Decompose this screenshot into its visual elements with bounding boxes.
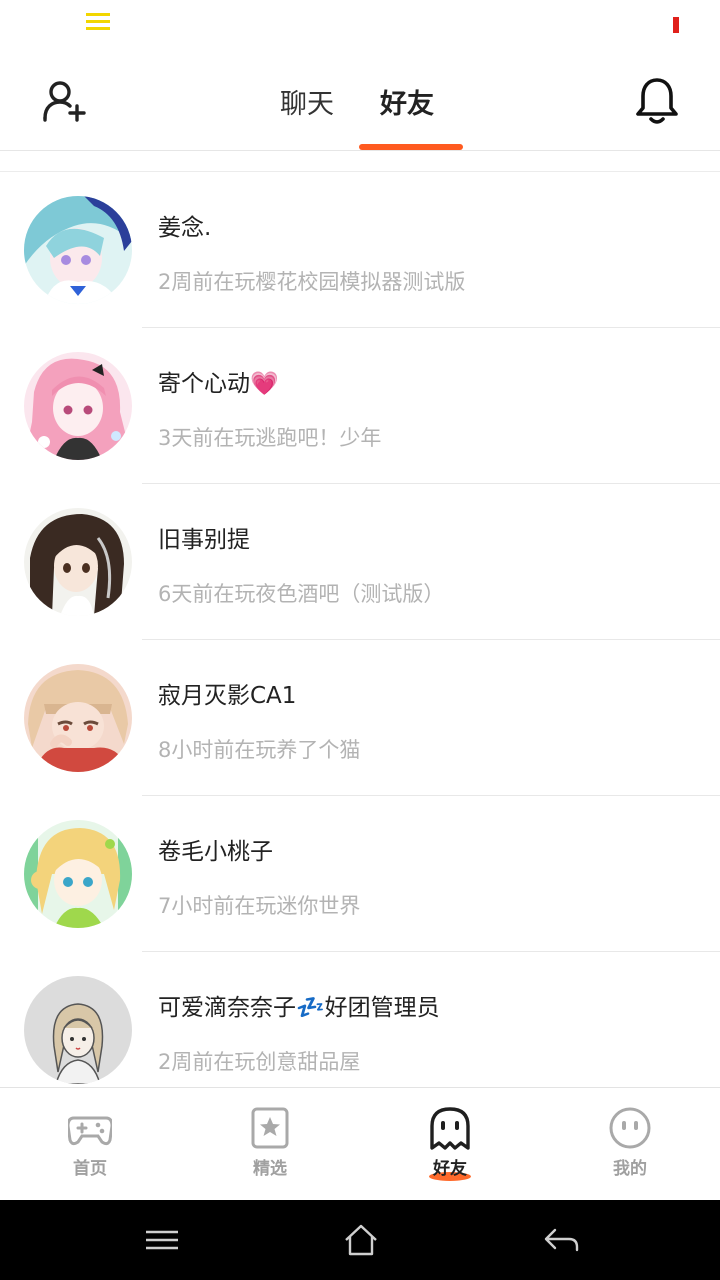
nav-friends-label: 好友 — [433, 1159, 467, 1179]
friend-name: 可爱滴奈奈子💤好团管理员 — [158, 995, 440, 1021]
battery-icon — [673, 17, 679, 33]
friend-row[interactable]: 姜念. 2周前在玩樱花校园模拟器测试版 — [0, 172, 720, 328]
avatar[interactable] — [24, 196, 132, 304]
tab-chat[interactable]: 聊天 — [280, 82, 334, 121]
status-bar — [0, 0, 720, 52]
friend-status: 7小时前在玩迷你世界 — [158, 894, 361, 918]
friend-status: 3天前在玩逃跑吧！少年 — [158, 426, 382, 450]
friend-row[interactable]: 可爱滴奈奈子💤好团管理员 2周前在玩创意甜品屋 — [0, 952, 720, 1088]
friend-name: 寄个心动💗 — [158, 371, 279, 397]
avatar[interactable] — [24, 508, 132, 616]
friend-status: 2周前在玩创意甜品屋 — [158, 1050, 361, 1074]
friend-name: 姜念. — [158, 215, 212, 241]
nav-home[interactable]: 首页 — [0, 1088, 180, 1201]
friend-row[interactable]: 寂月灭影CA1 8小时前在玩养了个猫 — [0, 640, 720, 796]
nav-featured-label: 精选 — [253, 1159, 287, 1179]
notification-menu-icon — [86, 13, 110, 35]
tab-friends[interactable]: 好友 — [380, 82, 434, 121]
avatar[interactable] — [24, 976, 132, 1084]
avatar[interactable] — [24, 664, 132, 772]
friend-name: 旧事别提 — [158, 527, 250, 553]
top-navigation: 聊天 好友 — [0, 52, 720, 151]
friend-row[interactable]: 卷毛小桃子 7小时前在玩迷你世界 — [0, 796, 720, 952]
menu-icon[interactable] — [142, 1220, 182, 1260]
star-card-icon — [251, 1107, 289, 1149]
add-friend-icon[interactable] — [40, 78, 88, 126]
home-icon[interactable] — [341, 1220, 381, 1260]
nav-me-label: 我的 — [613, 1159, 647, 1179]
ghost-icon — [430, 1107, 470, 1150]
friend-status: 2周前在玩樱花校园模拟器测试版 — [158, 270, 466, 294]
friend-name: 卷毛小桃子 — [158, 839, 273, 865]
friend-list[interactable]: 姜念. 2周前在玩樱花校园模拟器测试版 寄个心动💗 3天前在玩逃跑吧！少年 旧事… — [0, 171, 720, 1088]
avatar[interactable] — [24, 820, 132, 928]
back-icon[interactable] — [541, 1220, 581, 1260]
active-tab-indicator — [359, 144, 463, 150]
nav-friends[interactable]: 好友 — [360, 1088, 540, 1201]
nav-home-label: 首页 — [73, 1159, 107, 1179]
bottom-navigation: 首页 精选 好友 我的 — [0, 1087, 720, 1201]
friend-name: 寂月灭影CA1 — [158, 683, 297, 709]
friend-row[interactable]: 旧事别提 6天前在玩夜色酒吧（测试版） — [0, 484, 720, 640]
smiley-face-icon — [609, 1107, 651, 1149]
system-navigation-bar — [0, 1200, 720, 1280]
gamepad-icon — [68, 1116, 112, 1146]
bell-icon[interactable] — [634, 76, 680, 126]
friend-row[interactable]: 寄个心动💗 3天前在玩逃跑吧！少年 — [0, 328, 720, 484]
friend-status: 8小时前在玩养了个猫 — [158, 738, 361, 762]
avatar[interactable] — [24, 352, 132, 460]
friend-status: 6天前在玩夜色酒吧（测试版） — [158, 582, 445, 606]
nav-me[interactable]: 我的 — [540, 1088, 720, 1201]
nav-featured[interactable]: 精选 — [180, 1088, 360, 1201]
